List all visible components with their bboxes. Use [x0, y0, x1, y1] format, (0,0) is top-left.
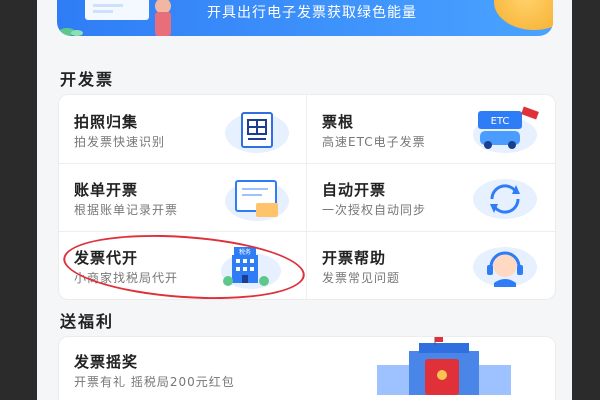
invoice-illustration-icon: [85, 0, 171, 36]
tile-subtitle: 高速ETC电子发票: [322, 135, 426, 149]
tile-proxy-invoice[interactable]: 发票代开 小商家找税局代开 税务: [59, 227, 307, 307]
tile-title: 账单开票: [74, 181, 139, 199]
leaf-icon: [59, 28, 83, 36]
tile-subtitle: 发票常见问题: [322, 271, 401, 285]
energy-coin-icon: [494, 0, 553, 30]
headset-help-icon: [473, 247, 537, 287]
tile-invoice-help[interactable]: 开票帮助 发票常见问题: [307, 231, 554, 299]
invoice-tools-card: 拍照归集 拍发票快速识别 票根 高速ETC电子发票 ETC 账单开票 根据账单记…: [58, 94, 556, 307]
tile-title: 开票帮助: [322, 249, 387, 267]
tile-title: 拍照归集: [74, 113, 139, 131]
tile-ticket-stub[interactable]: 票根 高速ETC电子发票 ETC: [307, 95, 554, 163]
invoice-section-title: 开发票: [60, 70, 115, 89]
welfare-section-title: 送福利: [60, 312, 115, 331]
tile-subtitle: 拍发票快速识别: [74, 135, 166, 149]
tile-auto-invoice[interactable]: 自动开票 一次授权自动同步: [307, 163, 554, 231]
receipt-scan-icon: [225, 112, 289, 153]
tile-subtitle: 根据账单记录开票: [74, 203, 179, 217]
bill-invoice-icon: [225, 180, 289, 221]
tile-title: 票根: [322, 113, 355, 131]
auto-sync-icon: [473, 179, 537, 219]
red-envelope-icon: [377, 337, 511, 395]
right-frame: [572, 0, 600, 400]
etc-car-icon: ETC: [473, 106, 539, 153]
banner-text: 开具出行电子发票获取绿色能量: [207, 5, 417, 21]
tile-title: 自动开票: [322, 181, 387, 199]
tile-photo-collect[interactable]: 拍照归集 拍发票快速识别: [59, 95, 306, 163]
lottery-title: 发票摇奖: [74, 353, 139, 371]
highlight-circle-annotation: [61, 227, 307, 307]
invoice-lottery-card[interactable]: 发票摇奖 开票有礼 摇税局200元红包: [58, 336, 556, 400]
green-energy-banner[interactable]: 开具出行电子发票获取绿色能量: [57, 0, 553, 36]
etc-label: ETC: [491, 116, 510, 127]
tile-subtitle: 一次授权自动同步: [322, 203, 427, 217]
app-screen: 开具出行电子发票获取绿色能量 开发票 拍照归集 拍发票快速识别 票根 高速ETC…: [37, 0, 572, 400]
banner-pagination-dots: [312, 34, 335, 36]
tile-bill-invoice[interactable]: 账单开票 根据账单记录开票: [59, 163, 306, 231]
left-frame: [0, 0, 37, 400]
lottery-subtitle: 开票有礼 摇税局200元红包: [74, 375, 235, 389]
